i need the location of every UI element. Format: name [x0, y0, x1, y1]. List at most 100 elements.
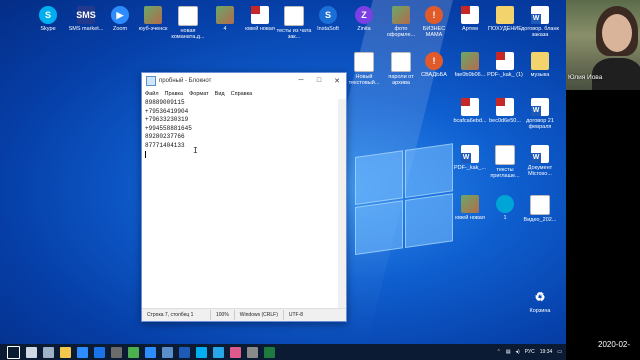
desktop-icon[interactable]: музыка — [520, 52, 560, 78]
desktop-icon[interactable]: новая команата.д... — [168, 6, 208, 40]
taskview-icon[interactable] — [43, 346, 54, 358]
pdf-icon — [461, 6, 479, 24]
desktop-icon[interactable]: Документ Microso... — [520, 145, 560, 177]
desktop-icon[interactable]: ! СВАДЬБА — [414, 52, 454, 78]
word-icon[interactable] — [179, 346, 190, 358]
desktop-icon[interactable]: Артем — [450, 6, 490, 32]
text-line: 89889009115 — [145, 99, 185, 106]
notifications-icon[interactable]: ▭ — [557, 349, 562, 355]
menu-view[interactable]: Вид — [215, 91, 225, 97]
desktop-icon[interactable]: юуб-эченск — [133, 6, 173, 32]
desktop-icon-label: договор. бланк заказа — [521, 26, 559, 38]
desktop-icon[interactable]: fae0b0b06... — [450, 52, 490, 78]
desktop-icon-label: 1 — [503, 215, 507, 221]
system-tray: ⌃ ▤ ◂) РУС 19:34 ▭ — [492, 344, 562, 360]
desktop-icon-label: Новый текстовый... — [348, 74, 380, 86]
start-icon[interactable] — [7, 345, 20, 359]
settings-icon[interactable] — [247, 346, 258, 358]
status-encoding: UTF-8 — [282, 310, 308, 320]
notepad-icon[interactable] — [162, 346, 173, 358]
status-eol: Windows (CRLF) — [233, 310, 283, 320]
mail-icon[interactable] — [94, 346, 105, 358]
language-indicator[interactable]: РУС — [525, 349, 535, 355]
doc-icon — [354, 52, 374, 72]
menu-format[interactable]: Формат — [189, 91, 209, 97]
desktop-icon-label: PDF-_kak_ (1) — [487, 72, 523, 78]
menu-file[interactable]: Файл — [145, 91, 159, 97]
desktop-icon[interactable]: ювей новая — [450, 195, 490, 221]
text-line: 89280237766 — [145, 133, 185, 141]
recycle-icon: ♻ — [534, 290, 546, 304]
desktop-icon[interactable]: bcafca6ebd... — [450, 98, 490, 124]
explorer-icon[interactable] — [60, 346, 71, 358]
photos-icon[interactable] — [230, 346, 241, 358]
desktop-icon[interactable]: Z Zinita — [344, 6, 384, 32]
side-panel: Юлия Иова 2020-02- — [566, 0, 640, 360]
desktop-icon[interactable]: ♻ Корзина — [520, 288, 560, 314]
desktop-icon-label: 4 — [223, 26, 227, 32]
desktop-icon-label: Видео_202... — [523, 217, 557, 223]
search-icon[interactable] — [26, 346, 37, 358]
desktop-icon[interactable]: 1 — [485, 195, 525, 221]
chrome-icon[interactable] — [128, 346, 139, 358]
menu-edit[interactable]: Правка — [165, 91, 184, 97]
status-bar: Строка 7, столбец 1 100% Windows (CRLF) … — [142, 308, 346, 321]
taskbar-apps — [0, 345, 278, 359]
telegram-icon[interactable] — [213, 346, 224, 358]
maximize-button[interactable]: □ — [310, 73, 328, 88]
excel-icon[interactable] — [264, 346, 275, 358]
status-zoom: 100% — [210, 310, 234, 320]
text-line: +994558881645 — [145, 124, 192, 132]
sms-icon: SMS — [76, 6, 96, 24]
zip-icon — [496, 6, 514, 24]
webcam-video: Юлия Иова — [566, 0, 640, 90]
clock[interactable]: 19:34 — [540, 349, 553, 355]
desktop-icon-label: PDF-_kak_... — [453, 165, 487, 171]
photo-icon — [144, 6, 162, 24]
store-icon[interactable] — [111, 346, 122, 358]
overlay-date: 2020-02- — [598, 340, 631, 349]
ibeam-cursor-icon: I — [193, 146, 198, 155]
skype-icon[interactable] — [196, 346, 207, 358]
minimize-button[interactable]: ─ — [292, 73, 310, 88]
network-icon[interactable]: ▤ — [506, 349, 511, 355]
windows-logo-wallpaper — [355, 143, 455, 257]
desktop-icon[interactable]: S InstaSoft — [308, 6, 348, 32]
photo-icon — [216, 6, 234, 24]
edge-icon[interactable] — [77, 346, 88, 358]
menu-help[interactable]: Справка — [231, 91, 253, 97]
desktop-icon[interactable]: договор. бланк заказа — [520, 6, 560, 38]
desktop-icon[interactable]: PDF-_kak_... — [450, 145, 490, 171]
zoom-icon[interactable] — [145, 346, 156, 358]
word-icon — [531, 145, 549, 163]
insta-icon: S — [319, 6, 337, 24]
desktop-icon[interactable]: тексты приглаше... — [485, 145, 525, 179]
desktop-icon[interactable]: договор 21 февраля — [520, 98, 560, 130]
close-button[interactable]: ✕ — [328, 73, 346, 88]
text-area[interactable]: 89889009115 +79536419904 +79633230319 +9… — [144, 99, 336, 309]
purple-icon: Z — [355, 6, 373, 24]
desktop-icon-label: музыка — [530, 72, 550, 78]
desktop-icon-label: fae0b0b06... — [454, 72, 486, 78]
zoom-icon: ▶ — [111, 6, 129, 24]
desktop-icon-label: СВАДЬБА — [421, 72, 447, 78]
vertical-scrollbar[interactable] — [338, 99, 346, 309]
desktop-icon[interactable]: 4 — [205, 6, 245, 32]
notepad-window[interactable]: пробный - Блокнот ─ □ ✕ Файл Правка Форм… — [141, 72, 347, 322]
word-icon — [531, 6, 549, 24]
desktop-icon[interactable]: ! БИЗНЕС МАМА — [414, 6, 454, 38]
desktop-icon[interactable]: PDF-_kak_ (1) — [485, 52, 525, 78]
desktop-icon[interactable]: ▶ Видео_202... — [520, 195, 560, 223]
desktop: S Skype SMS SMS market... ▶ Zoom юуб-эченск нов… — [0, 0, 566, 344]
title-bar[interactable]: пробный - Блокнот ─ □ ✕ — [142, 73, 346, 88]
desktop-icon[interactable]: bec0d6e50... — [485, 98, 525, 124]
desktop-icon-label: тексты приглаше... — [490, 167, 520, 179]
desktop-icon[interactable]: S Skype — [28, 6, 68, 32]
desktop-icon-label: Документ Microso... — [527, 165, 553, 177]
desktop-icon[interactable]: Новый текстовый... — [344, 52, 384, 86]
desktop-icon[interactable]: ПОХУДЕНИЕ — [485, 6, 525, 32]
chevron-up-icon[interactable]: ⌃ — [497, 349, 501, 355]
volume-icon[interactable]: ◂) — [516, 349, 520, 355]
pdf-icon — [496, 52, 514, 70]
desktop-icon-label: ПОХУДЕНИЕ — [488, 26, 522, 32]
